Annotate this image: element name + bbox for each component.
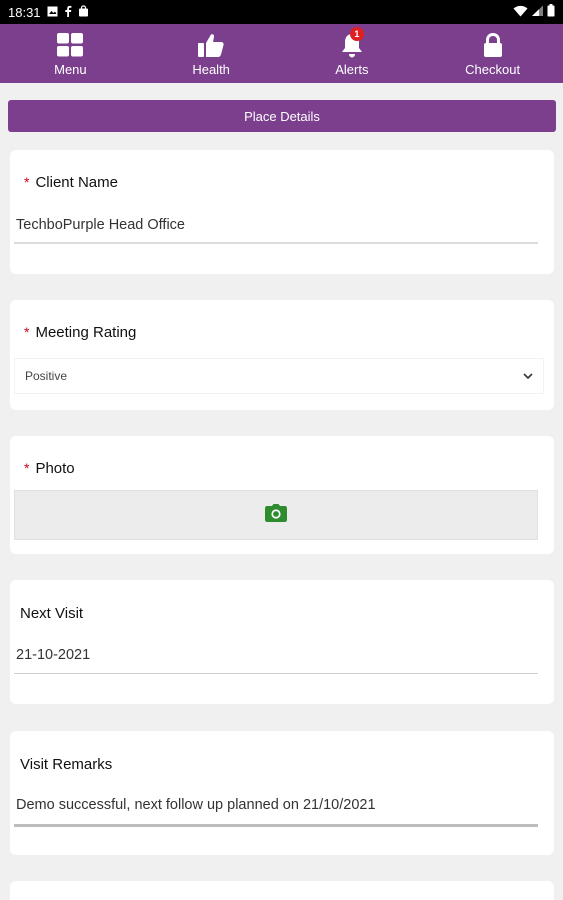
wifi-icon <box>513 5 528 20</box>
meeting-rating-value: Positive <box>25 369 68 383</box>
visit-remarks-underline <box>14 824 538 827</box>
thumbs-up-icon <box>197 31 225 59</box>
photo-label-text: Photo <box>35 460 75 477</box>
next-visit-card: Next Visit 21-10-2021 <box>10 580 554 704</box>
meeting-rating-label: * Meeting Rating <box>24 324 136 341</box>
visit-remarks-field[interactable]: Demo successful, next follow up planned … <box>16 797 376 813</box>
meeting-rating-select[interactable]: Positive <box>14 358 544 394</box>
required-marker: * <box>24 324 30 340</box>
photo-label: * Photo <box>24 460 75 477</box>
lock-icon <box>479 31 507 59</box>
client-name-label: * Client Name <box>24 174 118 191</box>
nav-checkout[interactable]: Checkout <box>422 24 563 83</box>
visit-remarks-card: Visit Remarks Demo successful, next foll… <box>10 731 554 855</box>
signal-icon <box>531 5 544 20</box>
top-nav: Menu Health 1 Alerts Checkout <box>0 24 563 83</box>
visit-remarks-label: Visit Remarks <box>20 756 113 773</box>
status-time: 18:31 <box>8 4 41 20</box>
meeting-rating-label-text: Meeting Rating <box>35 324 137 341</box>
nav-alerts-label: Alerts <box>335 61 369 77</box>
nav-menu[interactable]: Menu <box>0 24 141 83</box>
client-name-field[interactable]: TechboPurple Head Office <box>16 217 185 233</box>
client-name-underline <box>14 242 538 244</box>
next-visit-label: Next Visit <box>20 605 84 622</box>
gallery-icon <box>47 5 58 20</box>
required-marker: * <box>24 460 30 476</box>
required-marker: * <box>24 174 30 190</box>
client-name-card: * Client Name TechboPurple Head Office <box>10 150 554 274</box>
camera-icon <box>265 503 287 527</box>
section-title-bar: Place Details <box>8 100 556 132</box>
status-bar: 18:31 <box>0 0 563 24</box>
shopping-bag-icon <box>78 4 89 20</box>
facebook-icon <box>64 5 72 20</box>
nav-health-label: Health <box>192 61 230 77</box>
next-visit-underline <box>14 673 538 674</box>
client-name-label-text: Client Name <box>35 174 118 191</box>
section-title: Place Details <box>244 108 320 124</box>
meeting-rating-card: * Meeting Rating Positive <box>10 300 554 410</box>
grid-icon <box>56 31 84 59</box>
photo-capture-button[interactable] <box>14 490 538 540</box>
nav-menu-label: Menu <box>54 61 87 77</box>
nav-alerts[interactable]: 1 Alerts <box>282 24 423 83</box>
nav-health[interactable]: Health <box>141 24 282 83</box>
next-visit-field[interactable]: 21-10-2021 <box>16 647 90 663</box>
next-card-partial <box>10 881 554 900</box>
nav-checkout-label: Checkout <box>465 61 521 77</box>
bell-icon: 1 <box>338 26 366 59</box>
battery-icon <box>547 4 555 20</box>
alerts-badge: 1 <box>349 26 364 41</box>
photo-card: * Photo <box>10 436 554 554</box>
chevron-down-icon <box>523 369 533 383</box>
